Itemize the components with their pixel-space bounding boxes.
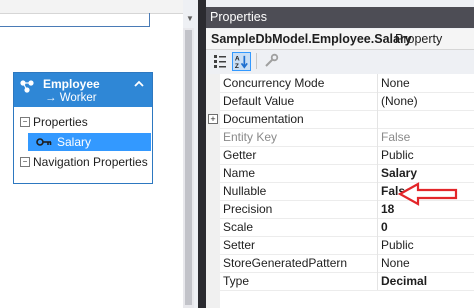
column-divider [377, 74, 378, 92]
entity-type-icon [20, 80, 34, 93]
selected-object-name: SampleDbModel.Employee.Salary [211, 32, 412, 46]
property-name: Nullable [223, 184, 267, 198]
entity-property-salary[interactable]: Salary [28, 133, 151, 151]
property-value[interactable]: None [381, 256, 410, 270]
svg-text:Z: Z [235, 63, 239, 70]
collapse-toggle-icon[interactable]: − [20, 117, 30, 127]
property-pages-wrench-icon[interactable] [262, 52, 280, 70]
collapse-chevron-icon[interactable] [133, 78, 145, 90]
property-row[interactable]: Scale 0 [220, 218, 474, 237]
property-row[interactable]: Type Decimal [220, 272, 474, 291]
property-row[interactable]: Name Salary [220, 164, 474, 183]
property-row[interactable]: Default Value (None) [220, 92, 474, 111]
dropdown-arrow-icon[interactable]: ▼ [186, 14, 194, 23]
column-divider [377, 272, 378, 290]
entity-base-type: → Worker [45, 92, 97, 104]
entity-title: Employee [43, 77, 100, 91]
column-divider [377, 92, 378, 110]
alphabetical-sort-icon[interactable]: A Z [232, 52, 251, 71]
property-value[interactable]: None [381, 76, 410, 90]
property-name: Scale [223, 220, 254, 234]
property-row[interactable]: Getter Public [220, 146, 474, 165]
column-divider [377, 236, 378, 254]
property-name: Default Value [223, 94, 295, 108]
designer-tab-strip [0, 0, 183, 14]
svg-text:A: A [235, 56, 240, 63]
expand-plus-icon[interactable]: + [208, 114, 218, 124]
property-name: Documentation [223, 112, 304, 126]
property-name: Entity Key [223, 130, 278, 144]
entity-designer-surface[interactable]: Employee → Worker − Properties Salary − … [0, 0, 183, 308]
column-divider [377, 200, 378, 218]
scrollbar-thumb[interactable] [185, 30, 192, 305]
property-value[interactable]: 0 [381, 220, 388, 234]
properties-title: Properties [210, 10, 267, 24]
navigation-section-label: Navigation Properties [33, 155, 148, 169]
property-name: Name [223, 166, 256, 180]
column-divider [377, 128, 378, 146]
salary-property-label: Salary [57, 135, 92, 149]
red-annotation-arrow [398, 182, 458, 206]
property-name: Concurrency Mode [223, 76, 325, 90]
property-name: Precision [223, 202, 273, 216]
property-value[interactable]: Decimal [381, 274, 427, 288]
categorized-view-icon[interactable] [211, 52, 229, 70]
property-value[interactable]: False [381, 130, 410, 144]
column-divider [377, 254, 378, 272]
entity-properties-section[interactable]: − Properties [14, 113, 152, 131]
properties-window-border [198, 0, 206, 308]
column-divider [377, 146, 378, 164]
property-value[interactable]: Salary [381, 166, 417, 180]
grid-gutter [206, 74, 220, 308]
properties-toolbar: A Z [206, 50, 474, 73]
property-row[interactable]: + Documentation [208, 110, 474, 129]
entity-header[interactable]: Employee → Worker [14, 73, 152, 107]
selected-object-bar[interactable]: SampleDbModel.Employee.Salary Property [206, 29, 474, 50]
properties-titlebar[interactable]: Properties [206, 7, 474, 28]
property-row[interactable]: StoreGeneratedPattern None [220, 254, 474, 273]
entity-navigation-section[interactable]: − Navigation Properties [14, 153, 152, 171]
toolbar-separator [256, 53, 257, 69]
property-row[interactable]: Setter Public [220, 236, 474, 255]
property-row[interactable]: Concurrency Mode None [220, 74, 474, 93]
property-name: StoreGeneratedPattern [223, 256, 348, 270]
property-name: Setter [223, 238, 256, 252]
column-divider [377, 218, 378, 236]
designer-tab-edge [149, 13, 150, 27]
property-value[interactable]: Public [381, 238, 414, 252]
properties-section-label: Properties [33, 115, 88, 129]
property-value[interactable]: (None) [381, 94, 418, 108]
collapse-toggle-icon[interactable]: − [20, 157, 30, 167]
column-divider [377, 110, 378, 128]
key-icon [36, 138, 52, 146]
column-divider [377, 164, 378, 182]
property-value[interactable]: Public [381, 148, 414, 162]
selected-object-type: Property [395, 32, 443, 46]
designer-tab-underline [0, 26, 150, 27]
entity-shape-employee[interactable]: Employee → Worker − Properties Salary − … [13, 72, 153, 184]
property-name: Type [223, 274, 250, 288]
property-name: Getter [223, 148, 257, 162]
designer-vertical-scrollbar[interactable] [183, 28, 194, 308]
column-divider [377, 182, 378, 200]
property-row[interactable]: Entity Key False [220, 128, 474, 147]
property-value[interactable]: 18 [381, 202, 394, 216]
